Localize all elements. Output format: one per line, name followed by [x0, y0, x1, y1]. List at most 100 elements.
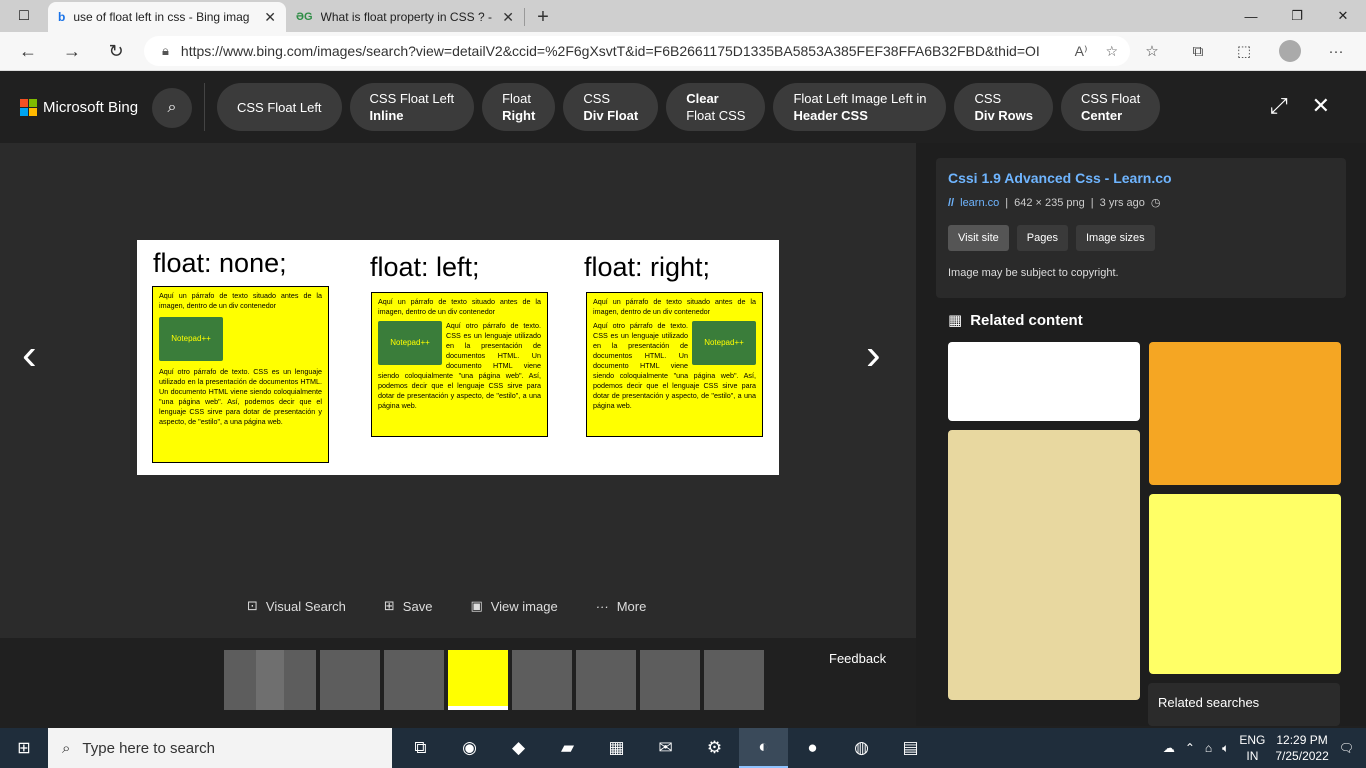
related-image[interactable] — [948, 342, 1140, 421]
tab-bing[interactable]: b use of float left in css - Bing imag ✕ — [48, 2, 286, 32]
thumbnail[interactable] — [256, 650, 316, 710]
related-searches-heading[interactable]: Related searches — [1148, 683, 1340, 726]
favorite-add-icon[interactable]: ☆ — [1105, 43, 1118, 60]
grid-icon: ▦ — [948, 312, 963, 329]
date: 7/25/2022 — [1275, 749, 1329, 763]
thumbnail[interactable] — [512, 650, 572, 710]
notepad-icon[interactable]: ▤ — [886, 728, 935, 768]
spotify-icon[interactable]: ◍ — [837, 728, 886, 768]
language-indicator[interactable]: ENG IN — [1239, 732, 1265, 764]
bing-header: Microsoft Bing ⌕ CSS Float Left CSS Floa… — [0, 71, 1366, 143]
thumbnail[interactable] — [640, 650, 700, 710]
chip-float-left-image[interactable]: Float Left Image Left in Header CSS — [773, 83, 947, 131]
network-icon[interactable]: ⌂ — [1205, 741, 1212, 755]
taskbar-search[interactable]: ⌕ Type here to search — [48, 728, 392, 768]
clock[interactable]: 12:29 PM 7/25/2022 — [1275, 732, 1328, 764]
brand-label: Microsoft Bing — [43, 99, 139, 116]
image-title-link[interactable]: Cssi 1.9 Advanced Css - Learn.co — [948, 170, 1334, 186]
chip-line1: CSS — [974, 91, 1002, 106]
forward-icon[interactable]: → — [50, 35, 94, 67]
notifications-icon[interactable]: 🗨︎ — [1339, 741, 1354, 755]
app-icon[interactable]: ◆ — [494, 728, 543, 768]
task-view-icon[interactable]: ⧉ — [396, 728, 445, 768]
collections-icon[interactable]: ⧉ — [1178, 36, 1218, 66]
tab-actions-icon[interactable]: □ — [0, 0, 48, 32]
chip-line1: Float — [502, 91, 531, 106]
store-icon[interactable]: ▦ — [592, 728, 641, 768]
restore-icon[interactable]: ❐ — [1274, 0, 1320, 32]
chip-css-float-left-inline[interactable]: CSS Float Left Inline — [349, 83, 475, 131]
chip-css-div-rows[interactable]: CSS Div Rows — [954, 83, 1053, 131]
region-code: IN — [1246, 749, 1259, 763]
save-button[interactable]: ⊞ Save — [384, 598, 433, 614]
feedback-link[interactable]: Feedback — [829, 651, 886, 666]
read-aloud-icon[interactable]: A⁾ — [1075, 43, 1088, 60]
source-link[interactable]: learn.co — [960, 197, 999, 209]
float-none-panel: Aquí un párrafo de texto situado antes d… — [152, 286, 329, 463]
notepad-label: Notepad++ — [390, 338, 430, 347]
close-window-icon[interactable]: ✕ — [1320, 0, 1366, 32]
chip-line1: CSS Float — [1080, 91, 1141, 106]
thumbnail[interactable] — [384, 650, 444, 710]
mail-icon[interactable]: ✉ — [641, 728, 690, 768]
tray-chevron-icon[interactable]: ⌃ — [1185, 741, 1195, 755]
related-image[interactable] — [948, 430, 1140, 700]
chip-float-right[interactable]: Float Right — [482, 83, 556, 131]
image-sizes-button[interactable]: Image sizes — [1075, 225, 1155, 251]
pages-button[interactable]: Pages — [1016, 225, 1068, 251]
volume-icon[interactable]: 🔈︎ — [1222, 741, 1229, 756]
settings-icon[interactable]: ⚙ — [690, 728, 739, 768]
address-input[interactable]: 🔒︎ https://www.bing.com/images/search?vi… — [144, 36, 1130, 66]
firefox-icon[interactable]: ● — [788, 728, 837, 768]
avatar[interactable] — [1279, 40, 1301, 62]
windows-start-icon[interactable]: ⊞ — [0, 728, 48, 768]
menu-icon[interactable]: ··· — [1316, 36, 1356, 66]
file-explorer-icon[interactable]: ▰ — [543, 728, 592, 768]
main-image[interactable]: float: none; float: left; float: right; … — [137, 240, 779, 475]
visual-search-button[interactable]: ⊡ Visual Search — [247, 598, 346, 614]
notepad-logo: Notepad++ — [692, 321, 756, 365]
expand-icon[interactable]: ⤢ — [1270, 93, 1288, 119]
back-icon[interactable]: ← — [6, 35, 50, 67]
chip-line1: Clear — [686, 91, 719, 106]
thumbnail-selected[interactable] — [448, 650, 508, 710]
close-viewer-icon[interactable]: ✕ — [1312, 93, 1330, 119]
notepad-logo: Notepad++ — [159, 317, 223, 361]
favorites-icon[interactable]: ☆ — [1132, 36, 1172, 66]
wrap-text: Aquí otro párrafo de texto. CSS es un le… — [159, 367, 322, 426]
next-arrow-icon[interactable]: › — [866, 333, 881, 377]
view-image-button[interactable]: ▣ View image — [470, 598, 557, 614]
chip-css-float-left[interactable]: CSS Float Left — [217, 83, 342, 131]
thumbnail[interactable] — [704, 650, 764, 710]
close-icon[interactable]: ✕ — [264, 9, 276, 26]
related-image[interactable] — [1149, 494, 1341, 674]
thumbnail[interactable] — [576, 650, 636, 710]
chrome-icon[interactable]: ◉ — [445, 728, 494, 768]
edge-icon[interactable]: ◐ — [739, 728, 788, 768]
minimize-icon[interactable]: — — [1228, 0, 1274, 32]
bing-logo[interactable]: Microsoft Bing — [20, 99, 138, 116]
new-tab-button[interactable]: + — [525, 2, 561, 32]
visual-search-label: Visual Search — [265, 598, 346, 614]
chip-css-div-float[interactable]: CSS Div Float — [563, 83, 659, 131]
more-button[interactable]: ··· More — [596, 598, 647, 614]
address-bar-row: ← → ↻ 🔒︎ https://www.bing.com/images/sea… — [0, 32, 1366, 71]
extensions-icon[interactable]: ⬚ — [1224, 36, 1264, 66]
chip-clear-float-css[interactable]: Clear Float CSS — [666, 83, 766, 131]
tab-title: use of float left in css - Bing imag — [73, 10, 250, 24]
window-controls: — ❐ ✕ — [1228, 0, 1366, 32]
close-icon[interactable]: ✕ — [502, 9, 514, 26]
weather-icon[interactable]: ☁ — [1163, 741, 1175, 755]
related-image[interactable] — [1149, 342, 1341, 485]
thumbnail[interactable] — [320, 650, 380, 710]
search-icon[interactable]: ⌕ — [152, 88, 192, 128]
prev-arrow-icon[interactable]: ‹ — [22, 333, 37, 377]
tab-gfg[interactable]: ƏG What is float property in CSS ? - ✕ — [286, 2, 524, 32]
chip-line2: Div Rows — [974, 108, 1033, 123]
refresh-icon[interactable]: ↻ — [94, 35, 138, 67]
visit-site-button[interactable]: Visit site — [948, 225, 1009, 251]
meta-separator: | — [1005, 196, 1009, 209]
chip-css-float-center[interactable]: CSS Float Center — [1060, 83, 1161, 131]
chip-line2: Right — [502, 108, 536, 123]
history-icon: ◷ — [1150, 197, 1161, 209]
